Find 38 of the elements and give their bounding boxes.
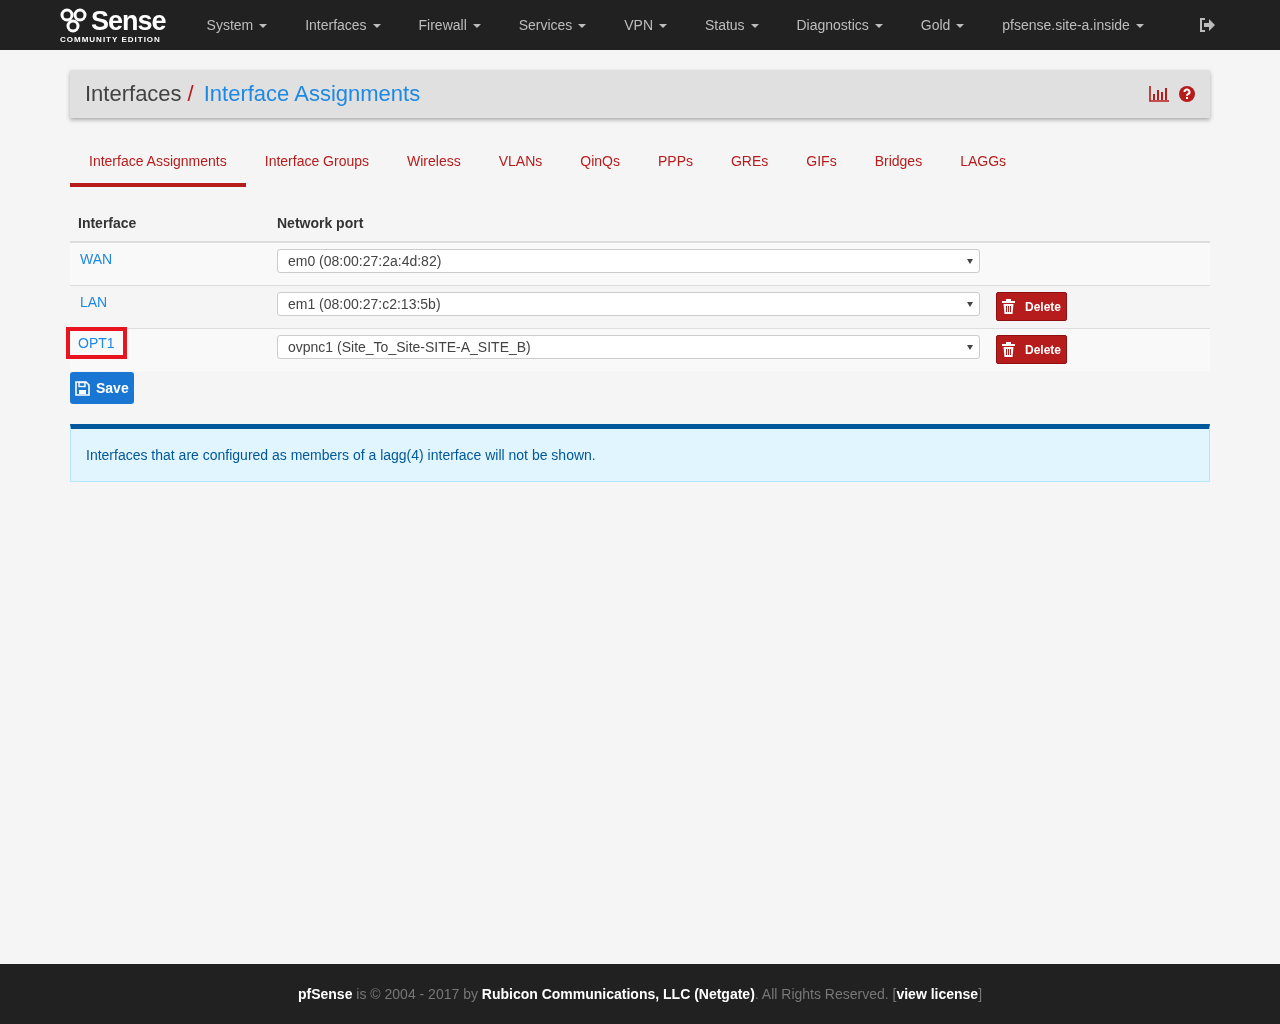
- nav-menu[interactable]: Diagnostics: [777, 17, 902, 33]
- interface-link[interactable]: WAN: [78, 249, 115, 269]
- tab[interactable]: LAGGs: [941, 140, 1026, 187]
- help-icon[interactable]: [1179, 86, 1195, 102]
- nav-menu[interactable]: System: [187, 17, 287, 33]
- interface-link[interactable]: LAN: [78, 292, 110, 312]
- tab[interactable]: PPPs: [638, 140, 712, 187]
- port-select[interactable]: em0 (08:00:27:2a:4d:82): [277, 249, 980, 273]
- port-select[interactable]: em1 (08:00:27:c2:13:5b): [277, 292, 980, 316]
- tab[interactable]: VLANs: [479, 140, 562, 187]
- tab[interactable]: Interface Assignments: [70, 140, 246, 187]
- logo[interactable]: Sense COMMUNITY EDITION: [60, 6, 166, 44]
- tab[interactable]: GIFs: [787, 140, 856, 187]
- info-text: Interfaces that are configured as members of a lagg(4) interface will not be shown.: [86, 447, 596, 463]
- port-select[interactable]: ovpnc1 (Site_To_Site-SITE-A_SITE_B): [277, 335, 980, 359]
- delete-button[interactable]: Delete: [996, 335, 1068, 364]
- tab[interactable]: Interface Groups: [245, 140, 389, 187]
- save-button[interactable]: Save: [70, 372, 134, 404]
- nav-menu[interactable]: Firewall: [399, 17, 500, 33]
- floppy-icon: [75, 380, 90, 396]
- nav-menu[interactable]: Services: [499, 17, 606, 33]
- nav-menu[interactable]: VPN: [605, 17, 686, 33]
- tab[interactable]: GREs: [712, 140, 788, 187]
- trash-icon: [1002, 299, 1015, 314]
- tab[interactable]: Bridges: [855, 140, 942, 187]
- nav-menu[interactable]: Gold: [901, 17, 984, 33]
- breadcrumb-separator: /: [187, 81, 194, 107]
- copyright-text: pfSense is © 2004 - 2017 by Rubicon Communications, LLC (Netgate). All Rights Reserved. [view license]: [297, 986, 983, 1002]
- nav-menu[interactable]: pfsense.site-a.inside: [983, 17, 1163, 33]
- tab[interactable]: Wireless: [388, 140, 480, 187]
- nav-menu[interactable]: Status: [685, 17, 778, 33]
- logout-icon[interactable]: [1198, 18, 1215, 32]
- breadcrumb-parent: Interfaces: [85, 81, 182, 107]
- delete-button[interactable]: Delete: [996, 292, 1068, 321]
- trash-icon: [1002, 342, 1015, 357]
- tab[interactable]: QinQs: [561, 140, 639, 187]
- nav-menu[interactable]: Interfaces: [286, 17, 400, 33]
- chart-icon[interactable]: [1149, 86, 1169, 102]
